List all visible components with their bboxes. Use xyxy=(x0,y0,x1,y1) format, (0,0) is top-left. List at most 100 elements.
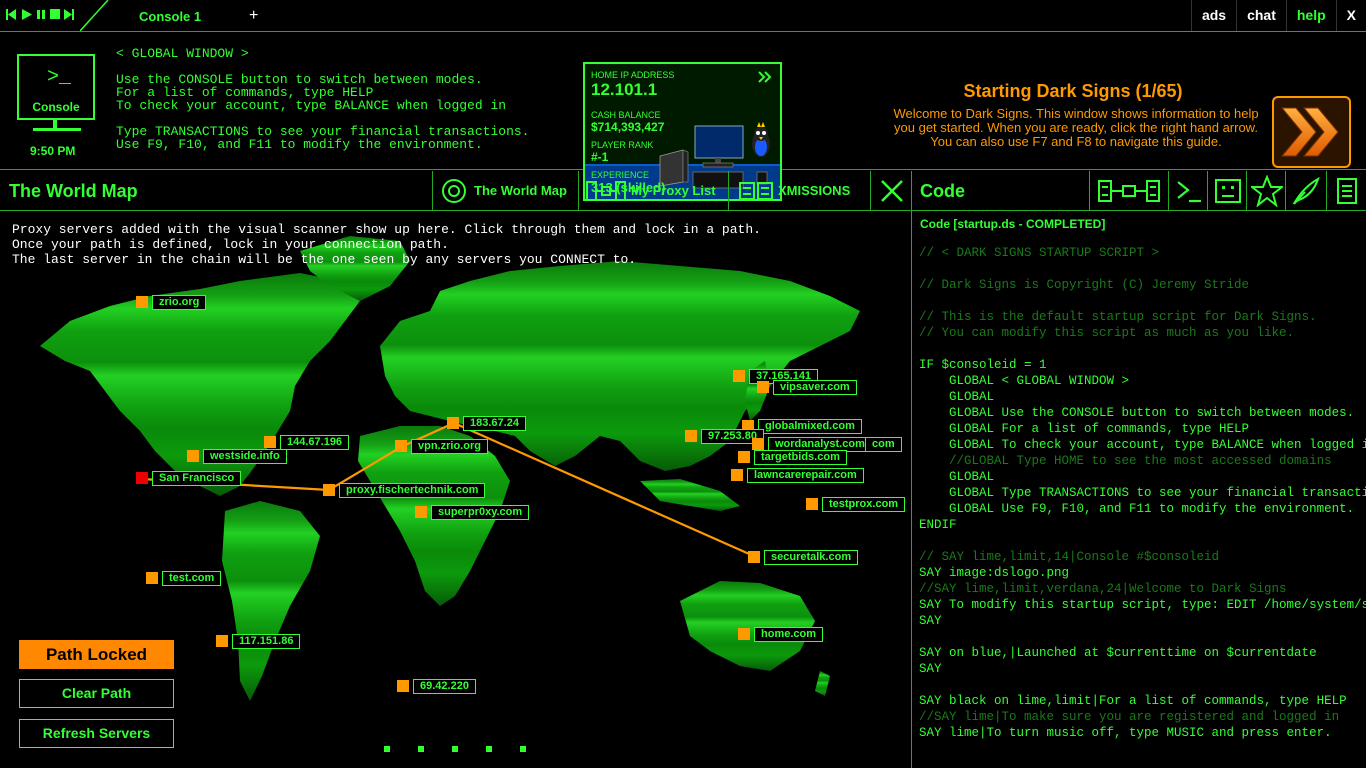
proxy-node[interactable]: targetbids.com xyxy=(738,449,847,465)
code-panel: Code Code [startup.ds - COMPLETED] // < … xyxy=(911,171,1366,768)
proxy-node[interactable]: test.com xyxy=(146,570,222,586)
world-map-title: The World Map xyxy=(9,181,138,201)
proxy-node[interactable]: 183.67.24 xyxy=(447,415,526,431)
proxy-node-label: globalmixed.com xyxy=(758,418,862,434)
code-line: //SAY lime|To make sure you are register… xyxy=(919,710,1340,724)
proxy-node[interactable]: 69.42.220 xyxy=(397,678,476,694)
tab-xmissions[interactable]: XMISSIONS xyxy=(728,171,870,210)
media-control-icons[interactable] xyxy=(6,5,82,25)
network-icon xyxy=(1098,180,1160,202)
code-line: //SAY lime,limit,verdana,24|Welcome to D… xyxy=(919,582,1287,596)
proxy-node[interactable]: vpn.zrio.org xyxy=(395,438,488,454)
code-line: GLOBAL To check your account, type BALAN… xyxy=(919,438,1366,452)
terminal-icon xyxy=(1177,181,1201,203)
page-dot[interactable] xyxy=(452,746,458,752)
page-dot[interactable] xyxy=(418,746,424,752)
code-line: // Dark Signs is Copyright (C) Jeremy St… xyxy=(919,278,1250,292)
proxy-node-label: com xyxy=(865,436,902,452)
monitor-base xyxy=(33,128,81,131)
document-tool-button[interactable] xyxy=(1326,171,1366,210)
terminal-prompt-icon: >_ xyxy=(47,66,72,89)
face-icon xyxy=(1215,179,1241,203)
page-dot[interactable] xyxy=(486,746,492,752)
code-line: GLOBAL Type TRANSACTIONS to see your fin… xyxy=(919,486,1366,500)
chat-button[interactable]: chat xyxy=(1236,0,1286,31)
proxy-node[interactable]: home.com xyxy=(738,626,824,642)
proxy-node[interactable]: superpr0xy.com xyxy=(415,504,530,520)
refresh-servers-button[interactable]: Refresh Servers xyxy=(19,719,174,748)
feather-tool-button[interactable] xyxy=(1285,171,1326,210)
proxy-node[interactable]: zrio.org xyxy=(136,294,207,310)
console-mode-button[interactable]: >_ Console xyxy=(17,54,95,120)
code-line: GLOBAL Use the CONSOLE button to switch … xyxy=(919,406,1355,420)
proxy-node-label: 117.151.86 xyxy=(232,633,301,649)
page-dot[interactable] xyxy=(520,746,526,752)
page-dot[interactable] xyxy=(384,746,390,752)
code-line: IF $consoleid = 1 xyxy=(919,358,1047,372)
global-window-text: < GLOBAL WINDOW > Use the CONSOLE button… xyxy=(116,46,530,152)
terminal-tool-button[interactable] xyxy=(1168,171,1207,210)
home-ip-value: 12.101.1 xyxy=(591,80,658,99)
tab-world-map[interactable]: The World Map xyxy=(432,171,578,210)
add-tab-button[interactable]: + xyxy=(249,7,258,25)
tab-console-1[interactable]: Console 1 xyxy=(139,9,201,24)
proxy-node-label: 69.42.220 xyxy=(413,678,476,694)
code-line: // < DARK SIGNS STARTUP SCRIPT > xyxy=(919,246,1160,260)
star-icon xyxy=(1251,175,1283,207)
code-line: //GLOBAL Type HOME to see the most acces… xyxy=(919,454,1332,468)
mission-icon xyxy=(739,182,773,200)
code-status: Code [startup.ds - COMPLETED] xyxy=(920,217,1106,231)
proxy-node[interactable]: proxy.fischertechnik.com xyxy=(323,482,486,498)
proxy-node[interactable]: westside.info xyxy=(187,448,287,464)
code-line: GLOBAL xyxy=(919,390,995,404)
tab-divider xyxy=(80,0,109,31)
proxy-node-label: 144.67.196 xyxy=(280,434,350,450)
close-button[interactable]: X xyxy=(1335,0,1366,31)
proxy-node[interactable]: testprox.com xyxy=(806,496,906,512)
header-panel: >_ Console 9:50 PM < GLOBAL WINDOW > Use… xyxy=(0,32,1366,201)
guide-next-button[interactable] xyxy=(1272,96,1351,168)
code-line: SAY lime|To turn music off, type MUSIC a… xyxy=(919,726,1332,740)
proxy-node-label: lawncarerepair.com xyxy=(747,467,864,483)
code-editor[interactable]: // < DARK SIGNS STARTUP SCRIPT > // Dark… xyxy=(919,245,1366,741)
rank-value: #-1 xyxy=(591,150,609,164)
code-line: ENDIF xyxy=(919,518,957,532)
code-line: GLOBAL xyxy=(919,470,995,484)
proxy-node[interactable]: vipsaver.com xyxy=(757,379,857,395)
path-locked-button[interactable]: Path Locked xyxy=(19,640,174,669)
proxy-node-label: vipsaver.com xyxy=(773,379,857,395)
code-line: GLOBAL For a list of commands, type HELP xyxy=(919,422,1250,436)
face-tool-button[interactable] xyxy=(1207,171,1246,210)
code-header: Code xyxy=(912,171,1366,211)
ads-button[interactable]: ads xyxy=(1190,0,1236,31)
proxy-node[interactable]: 117.151.86 xyxy=(216,633,301,649)
top-right-menu: ads chat help X xyxy=(1190,0,1366,31)
map-close-button[interactable] xyxy=(870,171,911,210)
code-line: // This is the default startup script fo… xyxy=(919,310,1317,324)
proxy-node-label: San Francisco xyxy=(152,470,242,486)
proxy-node-label: proxy.fischertechnik.com xyxy=(339,482,486,498)
proxy-node[interactable]: lawncarerepair.com xyxy=(731,467,864,483)
code-line: GLOBAL < GLOBAL WINDOW > xyxy=(919,374,1130,388)
tab-proxy-list[interactable]: My Proxy List xyxy=(578,171,728,210)
origin-node-san-francisco[interactable]: San Francisco xyxy=(136,470,242,486)
cash-value: $714,393,427 xyxy=(591,120,665,134)
guide-title: Starting Dark Signs (1/65) xyxy=(963,81,1183,101)
proxy-node-label: 183.67.24 xyxy=(463,415,526,431)
code-title: Code xyxy=(920,181,965,201)
world-map-area[interactable]: Proxy servers added with the visual scan… xyxy=(0,211,911,768)
map-instructions: Proxy servers added with the visual scan… xyxy=(12,222,761,267)
proxy-node[interactable]: securetalk.com xyxy=(748,549,859,565)
proxy-node[interactable]: com xyxy=(865,436,902,452)
star-tool-button[interactable] xyxy=(1246,171,1285,210)
network-tool-button[interactable] xyxy=(1089,171,1168,210)
proxy-node-label: targetbids.com xyxy=(754,449,847,465)
document-icon xyxy=(1337,178,1357,204)
clear-path-button[interactable]: Clear Path xyxy=(19,679,174,708)
help-button[interactable]: help xyxy=(1285,0,1336,31)
media-controls xyxy=(0,0,82,31)
